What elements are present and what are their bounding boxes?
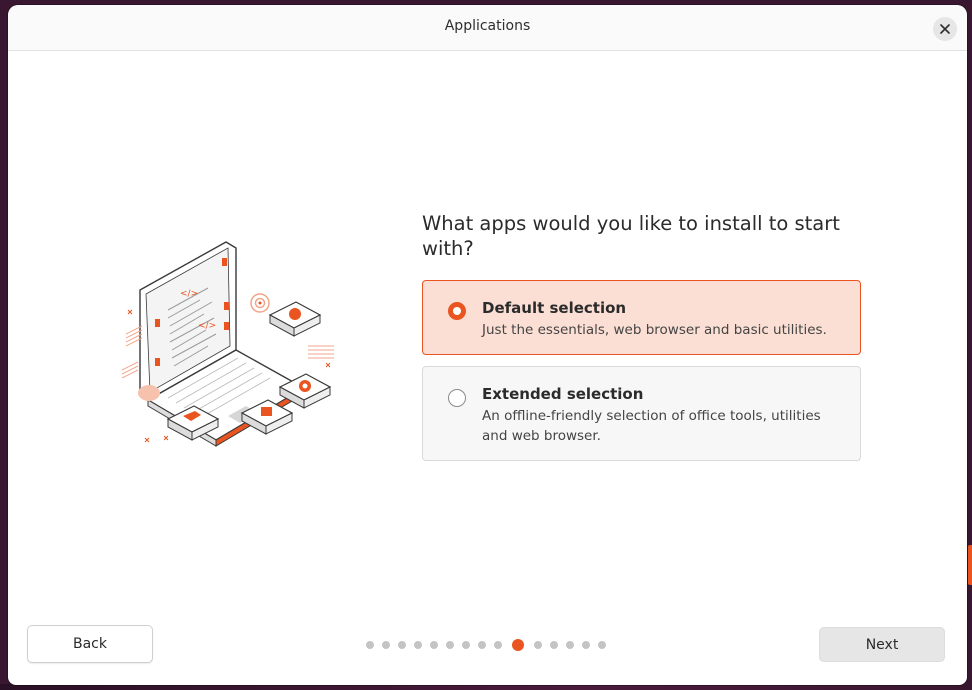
window-title: Applications: [444, 18, 531, 34]
default-selection-description: Just the essentials, web browser and bas…: [482, 322, 827, 338]
progress-dot: [566, 641, 574, 649]
close-button[interactable]: [933, 17, 957, 41]
progress-dots: [366, 639, 614, 651]
title-bar: Applications: [8, 5, 967, 51]
progress-dot: [446, 641, 454, 649]
default-selection-title: Default selection: [482, 299, 627, 317]
extended-selection-description: An offline-friendly selection of office …: [482, 408, 821, 444]
page-question: What apps would you like to install to s…: [422, 212, 840, 260]
default-selection-option[interactable]: Default selection Just the essentials, w…: [422, 280, 861, 355]
default-selection-radio[interactable]: [448, 302, 466, 320]
progress-dot: [550, 641, 558, 649]
extended-selection-option[interactable]: Extended selection An offline-friendly s…: [422, 366, 861, 461]
svg-text:</>: </>: [198, 321, 216, 331]
extended-selection-radio[interactable]: [448, 389, 466, 407]
progress-dot: [598, 641, 606, 649]
desktop-accent: [968, 545, 972, 585]
progress-dot: [478, 641, 486, 649]
next-button[interactable]: Next: [819, 627, 945, 662]
progress-dot-active: [512, 639, 524, 651]
progress-dot: [582, 641, 590, 649]
close-icon: [940, 24, 950, 34]
progress-dot: [494, 641, 502, 649]
back-button[interactable]: Back: [27, 625, 153, 663]
progress-dot: [430, 641, 438, 649]
extended-selection-title: Extended selection: [482, 385, 644, 403]
progress-dot: [462, 641, 470, 649]
progress-dot: [414, 641, 422, 649]
progress-dot: [382, 641, 390, 649]
progress-dot: [398, 641, 406, 649]
progress-dot: [534, 641, 542, 649]
progress-dot: [366, 641, 374, 649]
laptop-apps-illustration: </> </>: [121, 241, 334, 447]
installer-window: Applications </> </> What apps would you…: [8, 5, 967, 685]
svg-text:</>: </>: [180, 289, 198, 299]
